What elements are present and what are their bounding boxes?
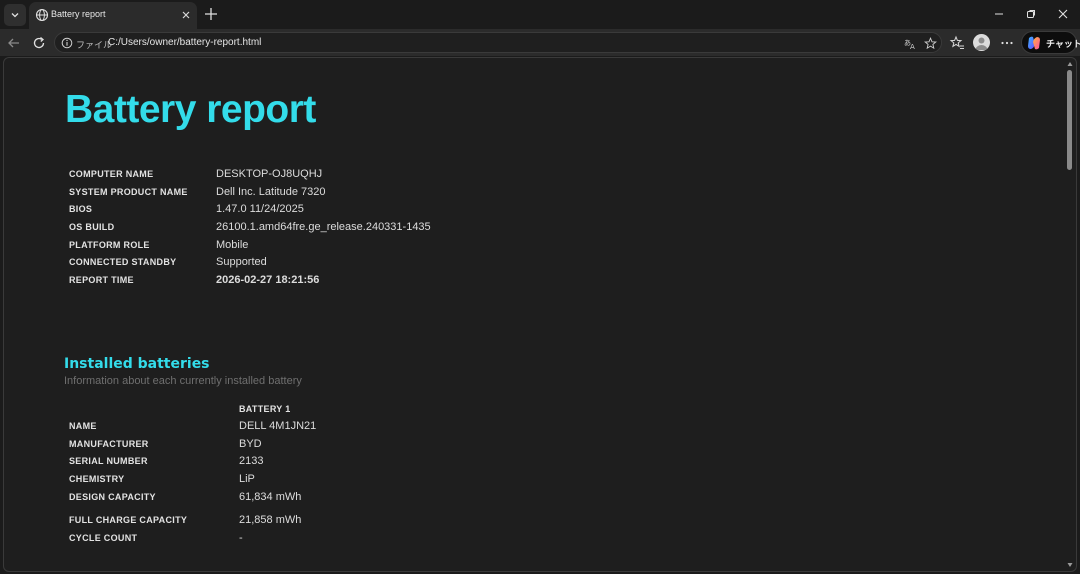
minimize-icon[interactable] bbox=[991, 6, 1007, 22]
row-label: OS BUILD bbox=[69, 221, 115, 232]
tab-title: Battery report bbox=[51, 9, 106, 19]
table-row: OS BUILD 26100.1.amd64fre.ge_release.240… bbox=[69, 218, 431, 236]
row-value: BYD bbox=[239, 437, 262, 450]
table-header-row: BATTERY 1 bbox=[69, 401, 409, 417]
table-row: SERIAL NUMBER 2133 bbox=[69, 452, 409, 470]
row-label: PLATFORM ROLE bbox=[69, 239, 150, 250]
close-icon[interactable] bbox=[180, 9, 192, 21]
row-label: SYSTEM PRODUCT NAME bbox=[69, 186, 188, 197]
back-icon[interactable] bbox=[6, 35, 22, 51]
row-label: CONNECTED STANDBY bbox=[69, 257, 177, 268]
table-row: BIOS 1.47.0 11/24/2025 bbox=[69, 200, 431, 218]
browser-toolbar: ファイル C:/Users/owner/battery-report.html … bbox=[0, 29, 1080, 56]
row-label: FULL CHARGE CAPACITY bbox=[69, 515, 188, 526]
reload-icon[interactable] bbox=[31, 35, 47, 51]
translate-icon[interactable]: あA bbox=[904, 37, 917, 50]
row-value: Dell Inc. Latitude 7320 bbox=[216, 185, 326, 198]
row-value: 61,834 mWh bbox=[239, 490, 302, 503]
page-title: Battery report bbox=[65, 88, 316, 131]
row-label: CHEMISTRY bbox=[69, 473, 125, 484]
table-row: FULL CHARGE CAPACITY 21,858 mWh bbox=[69, 505, 409, 529]
row-value: 21,858 mWh bbox=[239, 514, 302, 527]
row-label: SERIAL NUMBER bbox=[69, 456, 148, 467]
row-label: NAME bbox=[69, 420, 97, 431]
row-value: DESKTOP-OJ8UQHJ bbox=[216, 167, 323, 180]
table-row: NAME DELL 4M1JN21 bbox=[69, 417, 409, 435]
table-row: REPORT TIME 2026-02-27 18:21:56 bbox=[69, 271, 431, 289]
row-value: Supported bbox=[216, 256, 267, 269]
section-title: Installed batteries bbox=[64, 356, 210, 372]
table-row: SYSTEM PRODUCT NAME Dell Inc. Latitude 7… bbox=[69, 183, 431, 201]
scroll-down-icon[interactable] bbox=[1067, 562, 1073, 568]
row-value: 1.47.0 11/24/2025 bbox=[216, 203, 304, 216]
table-row: CONNECTED STANDBY Supported bbox=[69, 253, 431, 271]
row-value: Mobile bbox=[216, 238, 249, 251]
tab-strip: Battery report bbox=[0, 0, 1080, 29]
profile-avatar[interactable] bbox=[973, 34, 990, 51]
close-window-icon[interactable] bbox=[1055, 6, 1071, 22]
row-value: 2026-02-27 18:21:56 bbox=[216, 273, 320, 286]
row-value: - bbox=[239, 531, 243, 544]
table-row: COMPUTER NAME DESKTOP-OJ8UQHJ bbox=[69, 165, 431, 183]
copilot-icon bbox=[1028, 36, 1040, 50]
tab-menu-chevron-icon bbox=[11, 13, 19, 18]
star-icon[interactable] bbox=[924, 37, 937, 50]
row-value: 2133 bbox=[239, 455, 264, 468]
table-row: PLATFORM ROLE Mobile bbox=[69, 236, 431, 254]
info-icon[interactable] bbox=[61, 37, 73, 49]
chat-label: チャット bbox=[1046, 40, 1080, 50]
url-text[interactable]: C:/Users/owner/battery-report.html bbox=[108, 37, 261, 48]
page-viewport[interactable]: Battery report COMPUTER NAME DESKTOP-OJ8… bbox=[3, 57, 1077, 572]
row-label: BIOS bbox=[69, 204, 93, 215]
svg-text:A: A bbox=[910, 43, 915, 50]
row-label: REPORT TIME bbox=[69, 274, 134, 285]
system-info-table: COMPUTER NAME DESKTOP-OJ8UQHJ SYSTEM PRO… bbox=[69, 165, 431, 289]
section-subtitle: Information about each currently install… bbox=[64, 375, 302, 387]
scroll-thumb[interactable] bbox=[1067, 70, 1072, 170]
table-row: CHEMISTRY LiP bbox=[69, 470, 409, 488]
row-value: DELL 4M1JN21 bbox=[239, 419, 317, 432]
vertical-scrollbar[interactable] bbox=[1064, 58, 1076, 571]
row-value: 26100.1.amd64fre.ge_release.240331-1435 bbox=[216, 220, 431, 233]
plus-icon[interactable] bbox=[203, 6, 219, 22]
copilot-chat-button[interactable]: チャット bbox=[1021, 31, 1080, 54]
row-label: MANUFACTURER bbox=[69, 438, 149, 449]
row-label: CYCLE COUNT bbox=[69, 532, 138, 543]
globe-icon bbox=[35, 8, 49, 22]
restore-icon[interactable] bbox=[1023, 6, 1039, 22]
row-value: LiP bbox=[239, 472, 255, 485]
profile-icon bbox=[975, 37, 988, 50]
installed-batteries-table: BATTERY 1 NAME DELL 4M1JN21 MANUFACTURER… bbox=[69, 401, 409, 547]
row-label: COMPUTER NAME bbox=[69, 168, 154, 179]
tab-battery-report[interactable]: Battery report bbox=[29, 2, 197, 29]
scheme-label: ファイル bbox=[76, 41, 113, 51]
table-row: MANUFACTURER BYD bbox=[69, 435, 409, 453]
table-row: DESIGN CAPACITY 61,834 mWh bbox=[69, 488, 409, 506]
more-icon[interactable] bbox=[999, 35, 1015, 51]
scroll-up-icon[interactable] bbox=[1067, 61, 1073, 67]
column-header: BATTERY 1 bbox=[239, 404, 291, 414]
table-row: CYCLE COUNT - bbox=[69, 529, 409, 547]
address-bar[interactable]: ファイル C:/Users/owner/battery-report.html … bbox=[54, 32, 942, 53]
row-label: DESIGN CAPACITY bbox=[69, 491, 156, 502]
favorites-icon[interactable] bbox=[949, 35, 965, 51]
tab-actions-button[interactable] bbox=[4, 4, 26, 26]
